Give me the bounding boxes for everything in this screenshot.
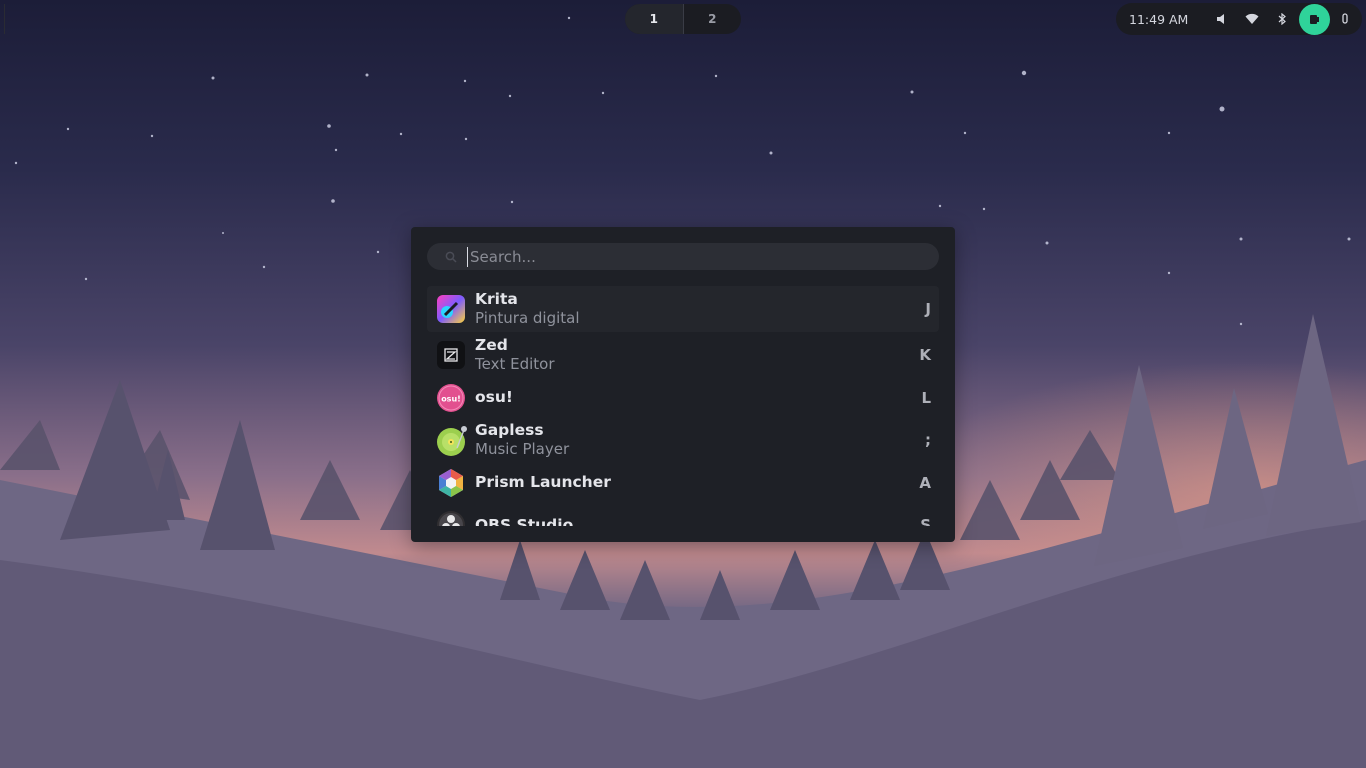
zed-icon — [437, 341, 465, 369]
search-icon — [445, 251, 459, 263]
app-subtitle: Text Editor — [475, 355, 555, 373]
shortcut-key: J — [925, 300, 931, 318]
shortcut-key: L — [921, 388, 931, 407]
volume-icon[interactable] — [1207, 4, 1237, 34]
app-item-obs-studio[interactable]: OBS Studio S — [427, 502, 939, 526]
app-title: Prism Launcher — [475, 473, 611, 491]
shortcut-key: K — [919, 346, 931, 364]
shortcut-key: S — [920, 516, 931, 526]
gapless-icon — [437, 426, 467, 456]
workspace-1-button[interactable]: 1 — [625, 4, 683, 34]
search-input[interactable] — [467, 246, 912, 267]
prism-launcher-icon — [437, 468, 465, 497]
wifi-icon[interactable] — [1237, 4, 1267, 34]
app-title: Krita — [475, 290, 518, 308]
workspace-2-button[interactable]: 2 — [684, 4, 742, 34]
app-title: Zed — [475, 336, 508, 354]
search-bar — [427, 243, 939, 270]
osu-icon-text: osu! — [441, 394, 461, 403]
app-item-gapless[interactable]: Gapless Music Player ; — [427, 417, 939, 463]
app-launcher: Krita Pintura digital J Zed Text Editor — [411, 227, 955, 542]
app-title: Gapless — [475, 421, 544, 439]
app-list: Krita Pintura digital J Zed Text Editor — [427, 286, 939, 526]
app-item-osu[interactable]: osu! osu! L — [427, 378, 939, 417]
osu-icon: osu! — [437, 383, 465, 412]
app-title: OBS Studio — [475, 515, 574, 527]
obs-studio-icon — [437, 511, 465, 526]
bluetooth-icon[interactable] — [1267, 4, 1297, 34]
app-item-zed[interactable]: Zed Text Editor K — [427, 332, 939, 378]
system-tray: 11:49 AM — [1116, 3, 1362, 35]
battery-icon[interactable] — [1299, 3, 1330, 35]
left-edge-divider — [4, 4, 5, 34]
app-item-prism-launcher[interactable]: Prism Launcher A — [427, 463, 939, 502]
desktop: 1 2 11:49 AM Search... Krita Pintura dig… — [0, 0, 1366, 768]
clock[interactable]: 11:49 AM — [1129, 12, 1207, 27]
app-subtitle: Pintura digital — [475, 309, 580, 327]
app-subtitle: Music Player — [475, 440, 570, 458]
shortcut-key: ; — [925, 431, 931, 449]
krita-icon — [437, 295, 465, 323]
microphone-icon[interactable] — [1330, 4, 1360, 34]
app-title: osu! — [475, 388, 513, 406]
workspace-switcher: 1 2 — [625, 4, 741, 34]
app-item-krita[interactable]: Krita Pintura digital J — [427, 286, 939, 332]
shortcut-key: A — [919, 473, 931, 492]
